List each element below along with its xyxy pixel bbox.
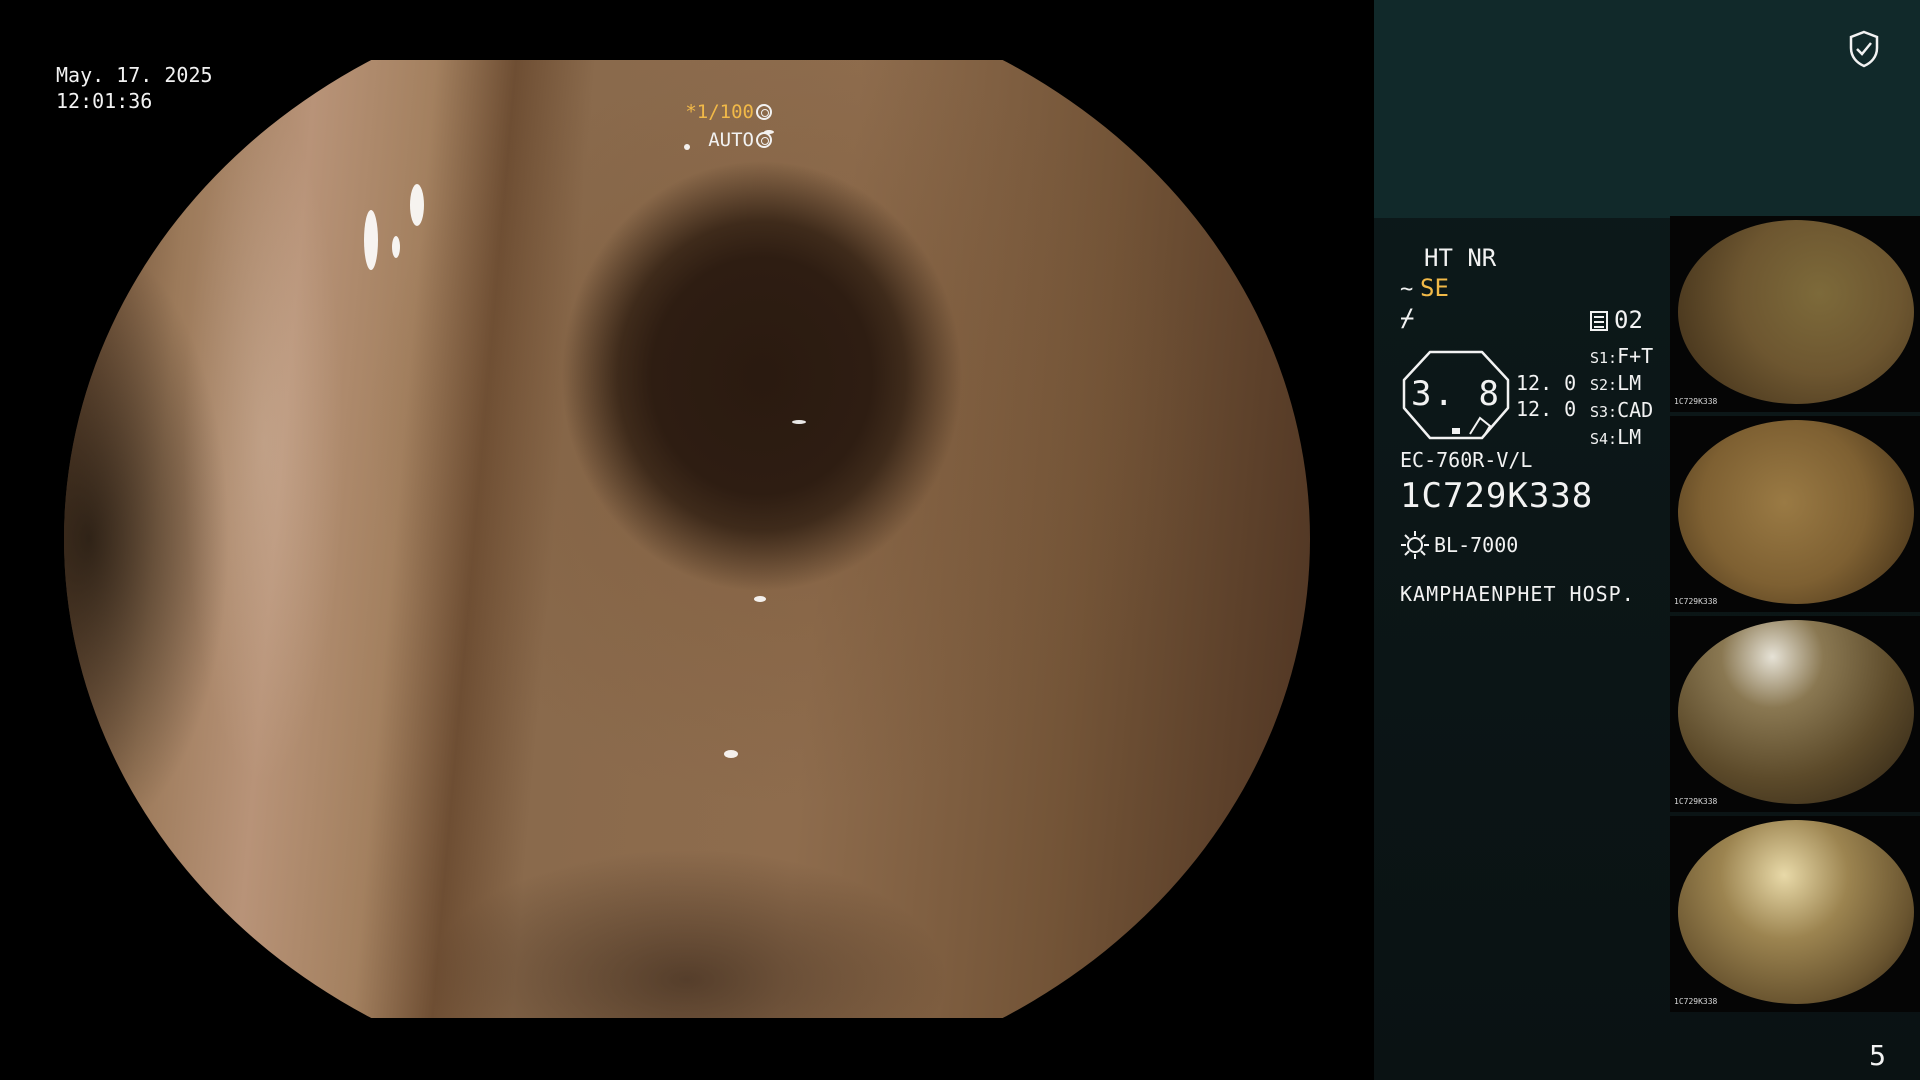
scope-model: EC-760R-V/L [1400, 448, 1533, 472]
specular-highlight [410, 184, 424, 226]
se-value: SE [1420, 274, 1449, 302]
magnification-value: 3. 8 [1411, 374, 1501, 414]
structure-enhancement: ~ SE [1400, 274, 1449, 304]
thumbnail[interactable]: 1C729K338 [1670, 816, 1920, 1012]
light-source-icon [1401, 531, 1429, 559]
page-number: 5 [1869, 1039, 1886, 1072]
processing-modes: HT NR [1424, 244, 1497, 272]
panel-header-band [1374, 0, 1920, 218]
iris-icon [756, 132, 772, 148]
exposure-readout: *1/100 AUTO [685, 98, 772, 154]
switch-label: S3: [1590, 403, 1618, 421]
switch-label: S1: [1590, 349, 1618, 367]
thumbnail-caption: 1C729K338 [1674, 797, 1718, 806]
thumbnail-caption: 1C729K338 [1674, 997, 1718, 1006]
date-text: May. 17. 2025 [56, 63, 213, 87]
switch-value: LM [1617, 371, 1642, 395]
scope-switch-assignments: S1:F+T S2:LM S3:CAD S4:LM [1590, 344, 1653, 452]
thumbnail[interactable]: 1C729K338 [1670, 416, 1920, 612]
memo-counter: 02 [1590, 306, 1643, 334]
squiggle-icon: ~ [1400, 277, 1414, 302]
specular-highlight [724, 750, 738, 758]
thumbnail[interactable]: 1C729K338 [1670, 216, 1920, 412]
hospital-name: KAMPHAENPHET HOSP. [1400, 582, 1635, 606]
switch-label: S2: [1590, 376, 1618, 394]
switch-label: S4: [1590, 430, 1618, 448]
gauge-side-values: 12. 0 12. 0 [1516, 370, 1576, 422]
thumbnail-image [1678, 820, 1914, 1004]
thumbnail[interactable]: 1C729K338 [1670, 616, 1920, 812]
memo-count: 02 [1614, 306, 1643, 334]
thumbnail-image [1678, 620, 1914, 804]
switch-value: LM [1617, 425, 1642, 449]
thumbnail-caption: 1C729K338 [1674, 397, 1718, 406]
gauge-value-bottom: 12. 0 [1516, 397, 1577, 421]
switch-value: F+T [1617, 344, 1654, 368]
time-text: 12:01:36 [56, 89, 153, 113]
light-source-model: BL-7000 [1434, 533, 1519, 557]
thumbnail-image [1678, 220, 1914, 404]
specular-highlight [792, 420, 806, 424]
specular-highlight [392, 236, 400, 258]
endoscopic-image [64, 60, 1310, 1018]
shield-check-icon [1849, 30, 1879, 68]
aperture-icon [756, 104, 772, 120]
memo-icon [1590, 311, 1608, 331]
iris-mode: AUTO [708, 129, 754, 151]
switch-value: CAD [1617, 398, 1654, 422]
specular-highlight [754, 596, 766, 602]
specular-highlight [364, 210, 378, 270]
thumbnail-image [1678, 420, 1914, 604]
shutter-speed: *1/100 [685, 101, 754, 123]
light-source: BL-7000 [1400, 530, 1518, 560]
snare-icon: ⌿ [1400, 304, 1415, 332]
endoscopy-view: May. 17. 2025 12:01:36 *1/100 AUTO [0, 0, 1374, 1080]
timestamp: May. 17. 2025 12:01:36 [56, 62, 213, 114]
scope-serial: 1C729K338 [1400, 476, 1594, 516]
capture-thumbnails: 1C729K338 1C729K338 1C729K338 1C729K338 [1670, 216, 1920, 1016]
gauge-value-top: 12. 0 [1516, 371, 1577, 395]
thumbnail-caption: 1C729K338 [1674, 597, 1718, 606]
